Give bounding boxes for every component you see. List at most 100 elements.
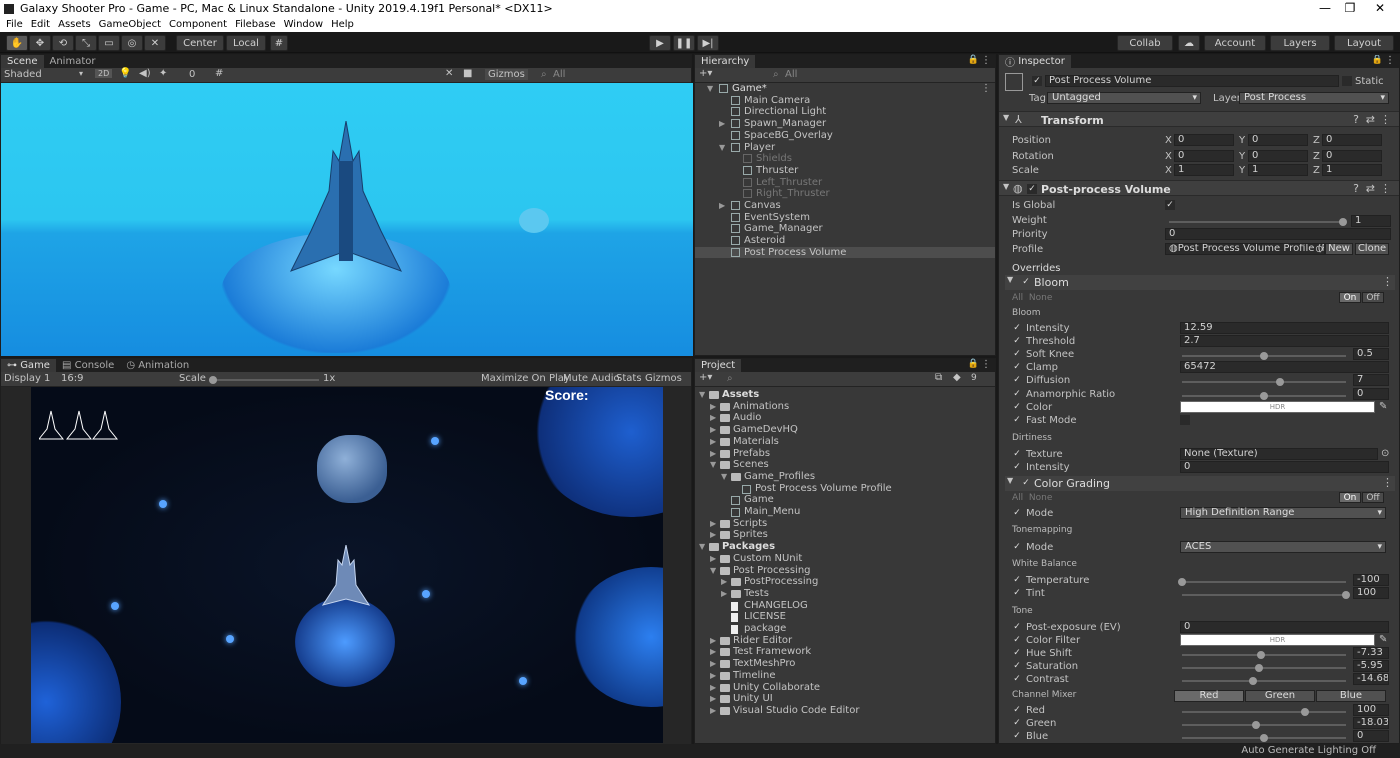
hierarchy-item[interactable]: Directional Light: [695, 106, 995, 117]
layer-dropdown[interactable]: Post Process: [1239, 92, 1389, 104]
audio-icon[interactable]: ◀): [139, 68, 151, 79]
hierarchy-fold-icon[interactable]: ▶: [719, 118, 725, 129]
ppv-header[interactable]: ▼ ◍ ✓ Post-process Volume ? ⇄ ⋮: [999, 180, 1399, 196]
project-lock-icon[interactable]: 🔒: [968, 359, 979, 369]
profile-clone-button[interactable]: Clone: [1355, 243, 1389, 255]
post-exposure-checkbox[interactable]: ✓: [1012, 622, 1022, 632]
scene-menu-icon[interactable]: ⋮: [981, 83, 991, 94]
cg-mode-dropdown[interactable]: High Definition Range: [1180, 507, 1386, 519]
mixer-green-slider-knob[interactable]: [1251, 721, 1260, 729]
bloom-threshold-checkbox[interactable]: ✓: [1012, 336, 1022, 346]
hierarchy-item[interactable]: Asteroid: [695, 235, 995, 246]
game-view-viewport[interactable]: Score:: [31, 387, 663, 743]
hierarchy-lock-icon[interactable]: 🔒: [968, 55, 979, 65]
mixer-red-slider[interactable]: [1182, 708, 1346, 716]
active-checkbox[interactable]: ✓: [1032, 76, 1042, 86]
temperature-field[interactable]: -100: [1353, 574, 1389, 586]
tm-mode-dropdown[interactable]: ACES: [1180, 541, 1386, 553]
display-dropdown[interactable]: Display 1: [4, 373, 50, 384]
bloom-soft-knee-slider-knob[interactable]: [1260, 352, 1268, 361]
transform-rotation-x-field[interactable]: 0: [1174, 150, 1234, 162]
ppv-enabled-checkbox[interactable]: ✓: [1027, 184, 1037, 194]
project-item[interactable]: ▶ Animations: [695, 401, 995, 412]
transform-position-x-field[interactable]: 0: [1174, 134, 1234, 146]
bloom-enabled-checkbox[interactable]: ✓: [1021, 277, 1031, 287]
transform-scale-y-field[interactable]: 1: [1248, 164, 1308, 176]
rect-tool-icon[interactable]: ▭: [98, 35, 120, 51]
mute-audio-toggle[interactable]: Mute Audio: [563, 373, 620, 384]
saturation-slider-knob[interactable]: [1255, 664, 1264, 672]
rotate-tool-icon[interactable]: ⟲: [52, 35, 74, 51]
play-button[interactable]: ▶: [649, 35, 671, 51]
profile-new-button[interactable]: New: [1325, 243, 1353, 255]
dirt-intensity-checkbox[interactable]: ✓: [1012, 462, 1022, 472]
cg-off-button[interactable]: Off: [1362, 492, 1384, 503]
project-add-icon[interactable]: +▾: [699, 372, 712, 383]
account-dropdown[interactable]: Account: [1204, 35, 1266, 51]
transform-fold-icon[interactable]: ▼: [1003, 113, 1009, 122]
project-item[interactable]: ▶ Tests: [695, 588, 995, 599]
project-fold-icon[interactable]: ▶: [721, 576, 727, 587]
project-item[interactable]: ▶ Timeline: [695, 670, 995, 681]
hierarchy-item[interactable]: Left_Thruster: [695, 177, 995, 188]
mixer-blue-checkbox[interactable]: ✓: [1012, 731, 1022, 741]
channel-red-tab[interactable]: Red: [1174, 690, 1244, 702]
tag-dropdown[interactable]: Untagged: [1047, 92, 1201, 104]
project-item[interactable]: ▶ TextMeshPro: [695, 658, 995, 669]
post-exposure-field[interactable]: 0: [1180, 621, 1389, 633]
project-fold-icon[interactable]: ▶: [710, 412, 716, 423]
hue-shift-field[interactable]: -7.33: [1353, 647, 1389, 659]
menu-edit[interactable]: Edit: [31, 19, 50, 30]
bloom-header[interactable]: ▼ ✓ Bloom ⋮: [1005, 275, 1395, 290]
project-item[interactable]: ▼ Game_Profiles: [695, 471, 995, 482]
step-button[interactable]: ▶|: [697, 35, 719, 51]
cloud-icon[interactable]: ☁: [1178, 35, 1200, 51]
bloom-color-eyedropper-icon[interactable]: ✎: [1379, 401, 1387, 412]
channel-blue-tab[interactable]: Blue: [1316, 690, 1386, 702]
bloom-diffusion-slider-knob[interactable]: [1276, 378, 1285, 387]
hierarchy-item[interactable]: Shields: [695, 153, 995, 164]
bloom-soft-knee-field[interactable]: 0.5: [1353, 348, 1389, 361]
contrast-slider[interactable]: [1182, 677, 1346, 685]
project-fold-icon[interactable]: ▶: [710, 635, 716, 646]
project-item[interactable]: CHANGELOG: [695, 600, 995, 611]
weight-field[interactable]: 1: [1351, 215, 1391, 227]
bloom-anamorphic-ratio-checkbox[interactable]: ✓: [1012, 389, 1022, 399]
project-fold-icon[interactable]: ▶: [710, 436, 716, 447]
custom-tool-icon[interactable]: ✕: [144, 35, 166, 51]
hue-shift-checkbox[interactable]: ✓: [1012, 648, 1022, 658]
color-grading-menu-icon[interactable]: ⋮: [1382, 476, 1393, 489]
transform-rotation-y-field[interactable]: 0: [1248, 150, 1308, 162]
scale-slider-knob[interactable]: [209, 376, 217, 384]
ppv-help-icon[interactable]: ?: [1353, 182, 1359, 195]
pivot-local-button[interactable]: Local: [226, 35, 266, 51]
tools-icon[interactable]: ✕: [445, 68, 453, 79]
hidden-objects-count[interactable]: 0: [189, 69, 195, 80]
close-button[interactable]: ✕: [1360, 0, 1400, 17]
bloom-clamp-field[interactable]: 65472: [1180, 361, 1389, 374]
bloom-intensity-field[interactable]: 12.59: [1180, 322, 1389, 334]
hierarchy-item[interactable]: Right_Thruster: [695, 188, 995, 199]
project-item[interactable]: ▶ PostProcessing: [695, 576, 995, 587]
saturation-slider[interactable]: [1182, 664, 1346, 672]
scale-tool-icon[interactable]: ⤡: [75, 35, 97, 51]
project-fold-icon[interactable]: ▼: [699, 389, 705, 400]
temperature-knob[interactable]: [1178, 578, 1186, 586]
profile-field[interactable]: ◍Post Process Volume Profile (Pos: [1165, 243, 1325, 255]
project-fold-icon[interactable]: ▼: [710, 459, 716, 470]
bloom-diffusion-slider[interactable]: [1182, 378, 1346, 387]
hue-shift-slider[interactable]: [1182, 651, 1346, 659]
tab-hierarchy[interactable]: Hierarchy: [695, 55, 756, 68]
transform-position-z-field[interactable]: 0: [1322, 134, 1382, 146]
hierarchy-menu-icon[interactable]: ⋮: [981, 55, 991, 66]
bloom-soft-knee-checkbox[interactable]: ✓: [1012, 349, 1022, 359]
dirt-texture-field[interactable]: None (Texture): [1180, 448, 1378, 460]
cg-on-button[interactable]: On: [1339, 492, 1361, 503]
transform-header[interactable]: ▼ ⅄ Transform ? ⇄ ⋮: [999, 111, 1399, 127]
filter-type-icon[interactable]: ⧉: [935, 372, 942, 383]
camera-icon[interactable]: ■: [463, 68, 472, 79]
hidden-packages-count[interactable]: 9: [971, 373, 977, 383]
project-fold-icon[interactable]: ▶: [710, 553, 716, 564]
project-fold-icon[interactable]: ▶: [710, 518, 716, 529]
is-global-checkbox[interactable]: ✓: [1165, 200, 1175, 210]
